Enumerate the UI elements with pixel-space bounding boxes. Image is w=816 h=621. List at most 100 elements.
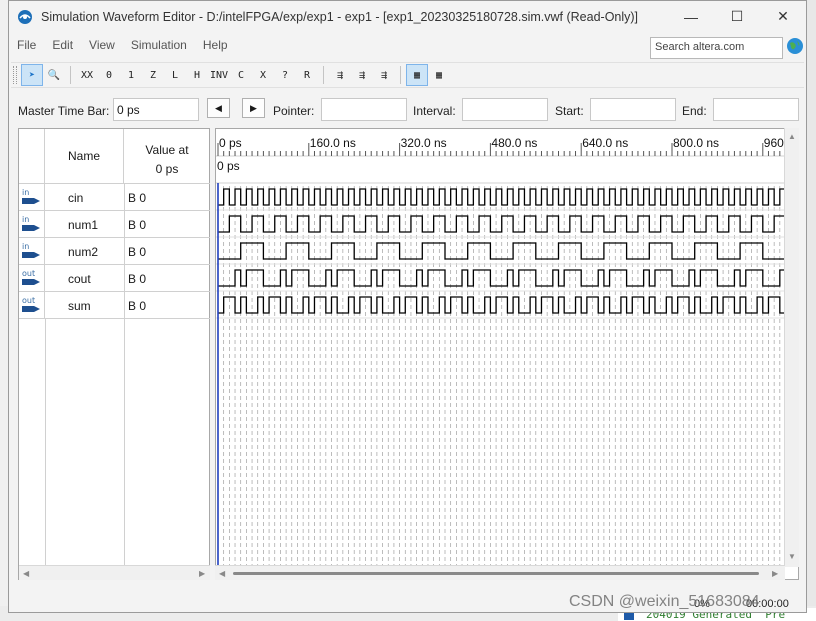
timeline-tick-label: 160.0 ns	[310, 136, 356, 150]
signal-name: cout	[68, 272, 91, 286]
interval-label: Interval:	[413, 104, 456, 118]
minimize-button[interactable]: —	[668, 1, 714, 32]
master-time-bar-label: Master Time Bar:	[18, 104, 110, 118]
run-functional-simulation-icon[interactable]: ⇶	[329, 64, 351, 86]
toolbar-grip[interactable]	[13, 66, 17, 84]
timeline-tick-label: 960.0 ns	[764, 136, 786, 150]
output-pin-icon: out	[22, 269, 40, 285]
start-field[interactable]	[590, 98, 676, 121]
end-field[interactable]	[713, 98, 799, 121]
force-high-impedance-icon[interactable]: Z	[142, 64, 164, 86]
signal-icon-cell: out	[19, 292, 45, 319]
generate-netlist-icon[interactable]: ⇶	[373, 64, 395, 86]
signal-value: B 0	[128, 299, 147, 313]
timeline-tick-label: 800.0 ns	[673, 136, 719, 150]
signal-row-cin[interactable]: in cin B 0	[19, 184, 210, 211]
name-column-header[interactable]: Name	[45, 129, 124, 183]
waveform-horizontal-scrollbar[interactable]: ◀ ▶	[215, 565, 785, 580]
toolbar: ➤ 🔍 XX 0 1 Z L H INV C X? R ⇶ ⇶ ⇶ ▦ ▦	[11, 62, 804, 88]
scroll-right-icon[interactable]: ▶	[772, 569, 778, 578]
force-weak-high-icon[interactable]: H	[186, 64, 208, 86]
timeline-tick-label: 480.0 ns	[491, 136, 537, 150]
interval-field[interactable]	[462, 98, 548, 121]
signal-row-num2[interactable]: in num2 B 0	[19, 238, 210, 265]
waveform-panel[interactable]: 0 ps 160.0 ns 320.0 ns 480.0 ns 640.0 ns 800.…	[215, 128, 799, 580]
scroll-left-icon[interactable]: ◀	[219, 569, 225, 578]
scroll-up-icon[interactable]: ▲	[788, 132, 796, 141]
menu-simulation[interactable]: Simulation	[123, 38, 195, 52]
waveform-editor-window: Simulation Waveform Editor - D:/intelFPG…	[8, 0, 807, 613]
master-time-bar-field[interactable]: 0 ps	[113, 98, 199, 121]
pin-direction-label: out	[22, 296, 35, 305]
run-timing-simulation-icon[interactable]: ⇶	[351, 64, 373, 86]
time-bar: Master Time Bar: 0 ps ◀ ▶ Pointer: Inter…	[9, 91, 806, 125]
signal-row-num1[interactable]: in num1 B 0	[19, 211, 210, 238]
signal-list-horizontal-scrollbar[interactable]: ◀ ▶	[19, 565, 210, 580]
selection-tool-icon[interactable]: ➤	[21, 64, 43, 86]
value-column-header[interactable]: Value at 0 ps	[124, 129, 210, 183]
start-label: Start:	[555, 104, 584, 118]
column-divider	[124, 265, 125, 292]
timeline-tick-label: 320.0 ns	[401, 136, 447, 150]
signal-list-panel: Name Value at 0 ps ◀ ▶ in cin B 0 in num1 B 0…	[18, 128, 210, 580]
toolbar-separator	[323, 66, 324, 84]
pin-direction-label: in	[22, 242, 29, 251]
invert-icon[interactable]: INV	[208, 64, 230, 86]
signal-value: B 0	[128, 218, 147, 232]
value-header-line1: Value at	[145, 143, 189, 157]
maximize-button[interactable]: ☐	[714, 1, 760, 32]
column-divider	[124, 319, 125, 565]
force-unknown-icon[interactable]: XX	[76, 64, 98, 86]
input-pin-icon: in	[22, 215, 40, 231]
pin-direction-label: in	[22, 188, 29, 197]
menu-view[interactable]: View	[81, 38, 123, 52]
scroll-down-icon[interactable]: ▼	[788, 552, 796, 561]
header-corner	[19, 129, 45, 183]
signal-value: B 0	[128, 191, 147, 205]
output-pin-icon: out	[22, 296, 40, 312]
signal-icon-cell: in	[19, 184, 45, 211]
menu-help[interactable]: Help	[195, 38, 236, 52]
scrollbar-thumb[interactable]	[233, 572, 759, 575]
snap-to-grid-icon[interactable]: ▦	[406, 64, 428, 86]
force-weak-low-icon[interactable]: L	[164, 64, 186, 86]
random-value-icon[interactable]: R	[296, 64, 318, 86]
signal-name: num1	[68, 218, 99, 232]
overwrite-clock-icon[interactable]: X	[252, 64, 274, 86]
input-pin-icon: in	[22, 188, 40, 204]
previous-transition-button[interactable]: ◀	[207, 98, 230, 118]
pointer-field[interactable]	[321, 98, 407, 121]
globe-icon[interactable]	[786, 37, 804, 55]
pin-direction-label: out	[22, 269, 35, 278]
waveform-canvas[interactable]: 0 ps 160.0 ns 320.0 ns 480.0 ns 640.0 ns 800.…	[216, 129, 786, 565]
signal-row-sum[interactable]: out sum B 0	[19, 292, 210, 319]
column-divider	[45, 319, 46, 565]
arbitrary-value-icon[interactable]: ?	[274, 64, 296, 86]
timeline-tick-label: 0 ps	[219, 136, 242, 150]
count-value-icon[interactable]: C	[230, 64, 252, 86]
signal-name: sum	[68, 299, 91, 313]
signal-icon-cell: out	[19, 265, 45, 292]
pointer-label: Pointer:	[273, 104, 315, 118]
menu-file[interactable]: File	[9, 38, 44, 52]
force-high-icon[interactable]: 1	[120, 64, 142, 86]
app-logo-icon	[18, 9, 32, 24]
pin-direction-label: in	[22, 215, 29, 224]
signal-value: B 0	[128, 245, 147, 259]
close-button[interactable]: ✕	[760, 1, 806, 32]
scroll-left-icon[interactable]: ◀	[23, 569, 29, 578]
column-divider	[124, 211, 125, 238]
search-input[interactable]: Search altera.com	[650, 37, 783, 59]
zoom-tool-icon[interactable]: 🔍	[43, 64, 65, 86]
signal-icon-cell: in	[19, 211, 45, 238]
force-low-icon[interactable]: 0	[98, 64, 120, 86]
grid-settings-icon[interactable]: ▦	[428, 64, 450, 86]
menu-edit[interactable]: Edit	[44, 38, 81, 52]
next-transition-button[interactable]: ▶	[242, 98, 265, 118]
window-title: Simulation Waveform Editor - D:/intelFPG…	[41, 9, 639, 24]
column-divider	[124, 292, 125, 319]
scroll-right-icon[interactable]: ▶	[199, 569, 205, 578]
title-bar[interactable]: Simulation Waveform Editor - D:/intelFPG…	[9, 1, 806, 32]
waveform-vertical-scrollbar[interactable]: ▲ ▼	[784, 128, 799, 567]
signal-row-cout[interactable]: out cout B 0	[19, 265, 210, 292]
